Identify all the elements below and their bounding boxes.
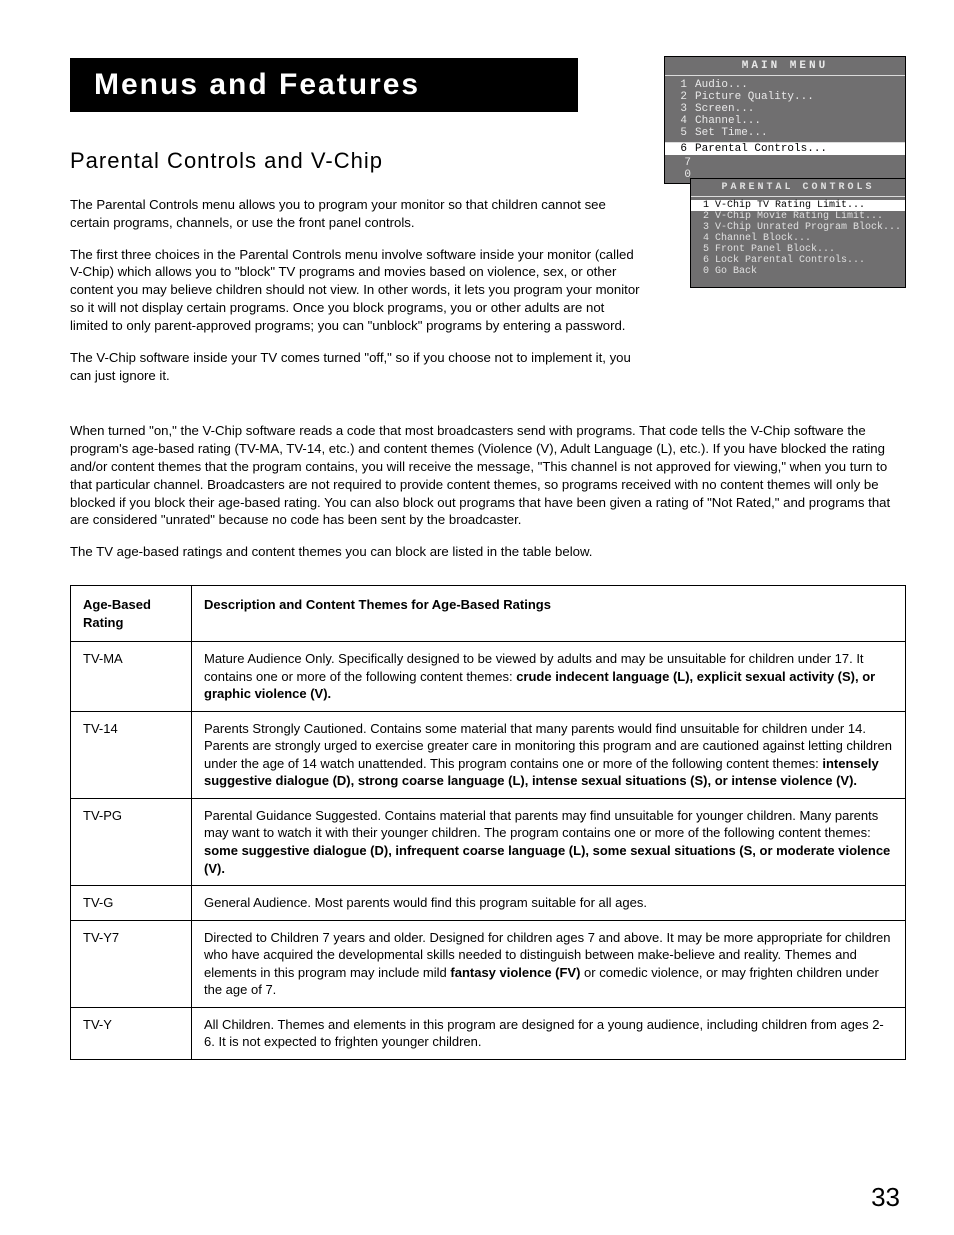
osd-parental-menu: PARENTAL CONTROLS 1V-Chip TV Rating Limi… [690,178,906,288]
section-title: Parental Controls and V-Chip [70,148,646,174]
table-header: Age-Based Rating [71,586,192,642]
rating-cell: TV-MA [71,642,192,712]
manual-page: Menus and Features Parental Controls and… [0,0,954,1235]
desc-cell: General Audience. Most parents would fin… [192,886,906,921]
osd-item: 7 [669,157,901,169]
osd-main-title: MAIN MENU [665,57,905,75]
osd-sub-item: 0Go Back [691,266,905,277]
osd-main-menu: MAIN MENU 1Audio... 2Picture Quality... … [664,56,906,184]
rating-cell: TV-14 [71,711,192,798]
desc-cell: Parental Guidance Suggested. Contains ma… [192,798,906,885]
body-paragraph: The V-Chip software inside your TV comes… [70,349,646,385]
table-header: Description and Content Themes for Age-B… [192,586,906,642]
page-number: 33 [871,1182,900,1213]
table-row: TV-14 Parents Strongly Cautioned. Contai… [71,711,906,798]
osd-sub-item: 2V-Chip Movie Rating Limit... [691,211,905,222]
osd-item: 1Audio... [665,79,905,91]
table-row: TV-G General Audience. Most parents woul… [71,886,906,921]
desc-cell: All Children. Themes and elements in thi… [192,1007,906,1059]
ratings-table: Age-Based Rating Description and Content… [70,585,906,1060]
desc-cell: Directed to Children 7 years and older. … [192,920,906,1007]
table-row: TV-Y7 Directed to Children 7 years and o… [71,920,906,1007]
desc-cell: Mature Audience Only. Specifically desig… [192,642,906,712]
body-paragraph: The Parental Controls menu allows you to… [70,196,646,232]
osd-item-selected: 6Parental Controls... [665,143,905,155]
body-paragraph: The TV age-based ratings and content the… [70,543,906,561]
osd-item: 4Channel... [665,115,905,127]
body-paragraph: When turned "on," the V-Chip software re… [70,422,906,529]
osd-sub-item: 3V-Chip Unrated Program Block... [691,222,905,233]
osd-sub-item: 6Lock Parental Controls... [691,255,905,266]
rating-cell: TV-Y [71,1007,192,1059]
rating-cell: TV-G [71,886,192,921]
chapter-banner: Menus and Features [70,58,578,112]
osd-sub-item: 5Front Panel Block... [691,244,905,255]
osd-sub-item-selected: 1V-Chip TV Rating Limit... [691,200,905,211]
table-row: TV-Y All Children. Themes and elements i… [71,1007,906,1059]
table-row: TV-PG Parental Guidance Suggested. Conta… [71,798,906,885]
osd-item: 3Screen... [665,103,905,115]
body-paragraph: The first three choices in the Parental … [70,246,646,335]
rating-cell: TV-PG [71,798,192,885]
osd-sub-title: PARENTAL CONTROLS [691,179,905,196]
osd-item: 2Picture Quality... [665,91,905,103]
desc-cell: Parents Strongly Cautioned. Contains som… [192,711,906,798]
rating-cell: TV-Y7 [71,920,192,1007]
osd-item: 5Set Time... [665,127,905,139]
osd-sub-item: 4Channel Block... [691,233,905,244]
table-row: TV-MA Mature Audience Only. Specifically… [71,642,906,712]
